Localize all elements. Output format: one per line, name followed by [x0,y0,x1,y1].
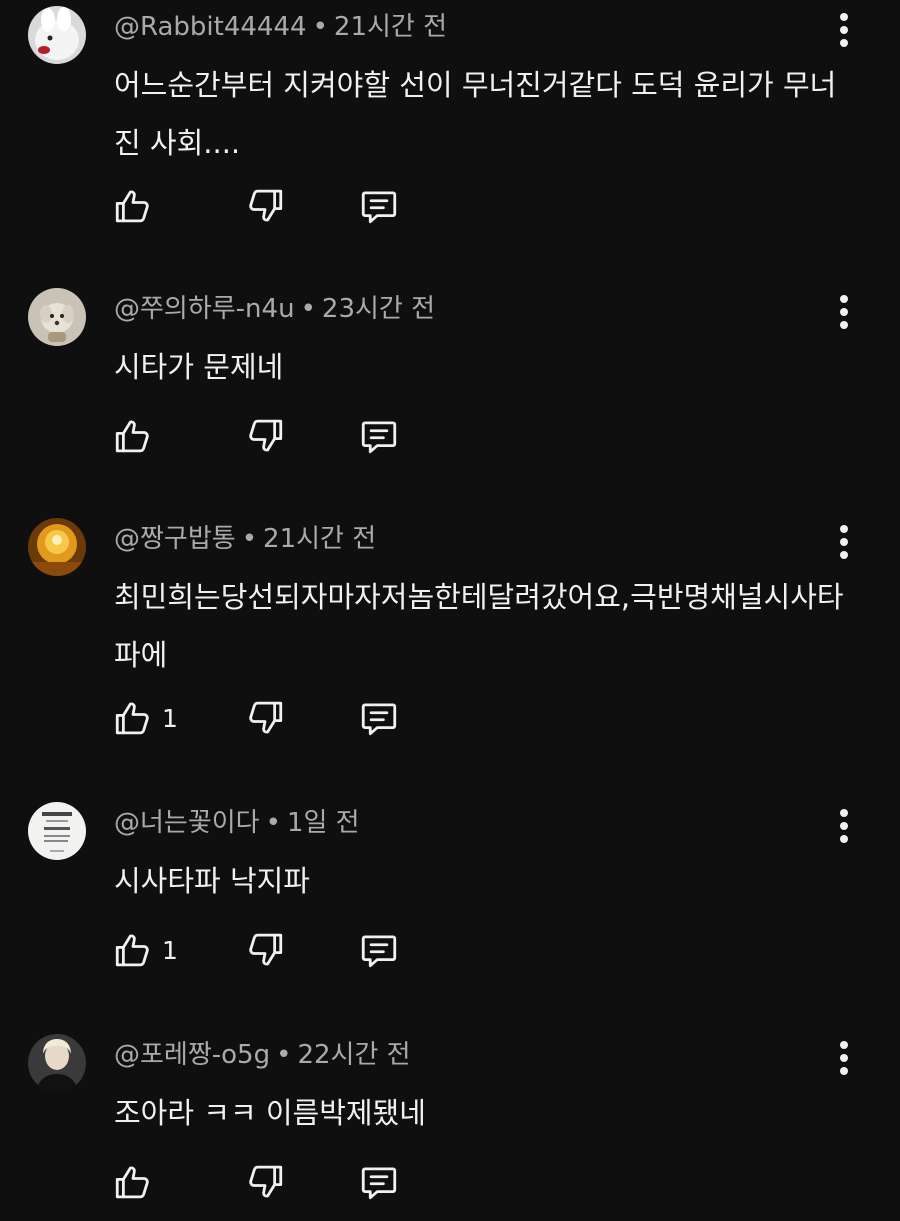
comment-meta: @너는꽃이다 • 1일 전 [114,806,360,840]
dislike-button[interactable] [244,414,286,458]
thumbs-up-icon [115,420,149,453]
thumbs-down-icon [249,189,283,222]
reply-button[interactable] [358,414,400,458]
comment-time[interactable]: 21시간 전 [334,12,447,42]
text-card-avatar-image [28,802,86,860]
dislike-button[interactable] [244,928,286,972]
like-count: 1 [162,935,178,965]
meta-separator: • [300,294,316,324]
comment-time[interactable]: 1일 전 [287,808,360,838]
like-button[interactable]: 1 [112,696,178,740]
more-vertical-icon[interactable] [828,292,860,332]
comment-author[interactable]: @Rabbit44444 [114,12,307,42]
comment-author[interactable]: @너는꽃이다 [114,808,260,838]
reply-button[interactable] [358,696,400,740]
thumbs-up-icon [115,1166,149,1199]
comment-meta: @포레짱-o5g • 22시간 전 [114,1038,411,1072]
reply-button[interactable] [358,184,400,228]
comment-time[interactable]: 23시간 전 [322,294,435,324]
like-count: 1 [162,703,178,733]
dislike-button[interactable] [244,184,286,228]
meta-separator: • [276,1040,292,1070]
like-button[interactable]: 1 [112,928,178,972]
comment-actions [110,414,430,458]
dislike-button[interactable] [244,1160,286,1204]
comment-text: 어느순간부터 지켜야할 선이 무너진거같다 도덕 윤리가 무너진 사회.... [114,68,837,160]
like-button[interactable] [112,414,162,458]
comment-reply-icon [361,1167,397,1200]
puppy-avatar-image [28,288,86,346]
dislike-button[interactable] [244,696,286,740]
golden-light-avatar-image [28,518,86,576]
like-button[interactable] [112,1160,162,1204]
thumbs-up-icon [115,190,149,223]
comment-text: 시사타파 낙지파 [114,864,310,898]
thumbs-down-icon [249,1165,283,1198]
comment-author[interactable]: @쭈의하루-n4u [114,294,295,324]
more-vertical-icon[interactable] [828,806,860,846]
rabbit-avatar-image [28,6,86,64]
avatar[interactable] [28,1034,86,1092]
comment-author[interactable]: @포레짱-o5g [114,1040,270,1070]
comment-time[interactable]: 22시간 전 [297,1040,410,1070]
comment-reply-icon [361,703,397,736]
comment-author[interactable]: @짱구밥통 [114,524,236,554]
person-avatar-image [28,1034,86,1092]
avatar[interactable] [28,802,86,860]
comment-text: 조아라 ㅋㅋ 이름박제됐네 [114,1096,426,1130]
comment-time[interactable]: 21시간 전 [263,524,376,554]
thumbs-up-icon [115,702,149,735]
like-button[interactable] [112,184,162,228]
reply-button[interactable] [358,928,400,972]
reply-button[interactable] [358,1160,400,1204]
comment-actions [110,184,430,228]
comment-meta: @쭈의하루-n4u • 23시간 전 [114,292,435,326]
comment-reply-icon [361,191,397,224]
comment-actions: 1 [110,928,430,972]
comment-actions: 1 [110,696,430,740]
meta-separator: • [241,524,258,554]
thumbs-up-icon [115,934,149,967]
comment-actions [110,1160,430,1204]
more-vertical-icon[interactable] [828,10,860,50]
comment-meta: @짱구밥통 • 21시간 전 [114,522,376,556]
comment-text: 시타가 문제네 [114,350,284,384]
avatar[interactable] [28,288,86,346]
meta-separator: • [265,808,281,838]
comment-reply-icon [361,935,397,968]
meta-separator: • [312,12,328,42]
thumbs-down-icon [249,419,283,452]
more-vertical-icon[interactable] [828,522,860,562]
comment-meta: @Rabbit44444 • 21시간 전 [114,10,447,44]
thumbs-down-icon [249,933,283,966]
avatar[interactable] [28,518,86,576]
avatar[interactable] [28,6,86,64]
comment-text: 최민희는당선되자마자저놈한테달려갔어요,극반명채널시사타파에 [114,580,844,672]
thumbs-down-icon [249,701,283,734]
more-vertical-icon[interactable] [828,1038,860,1078]
comment-reply-icon [361,421,397,454]
